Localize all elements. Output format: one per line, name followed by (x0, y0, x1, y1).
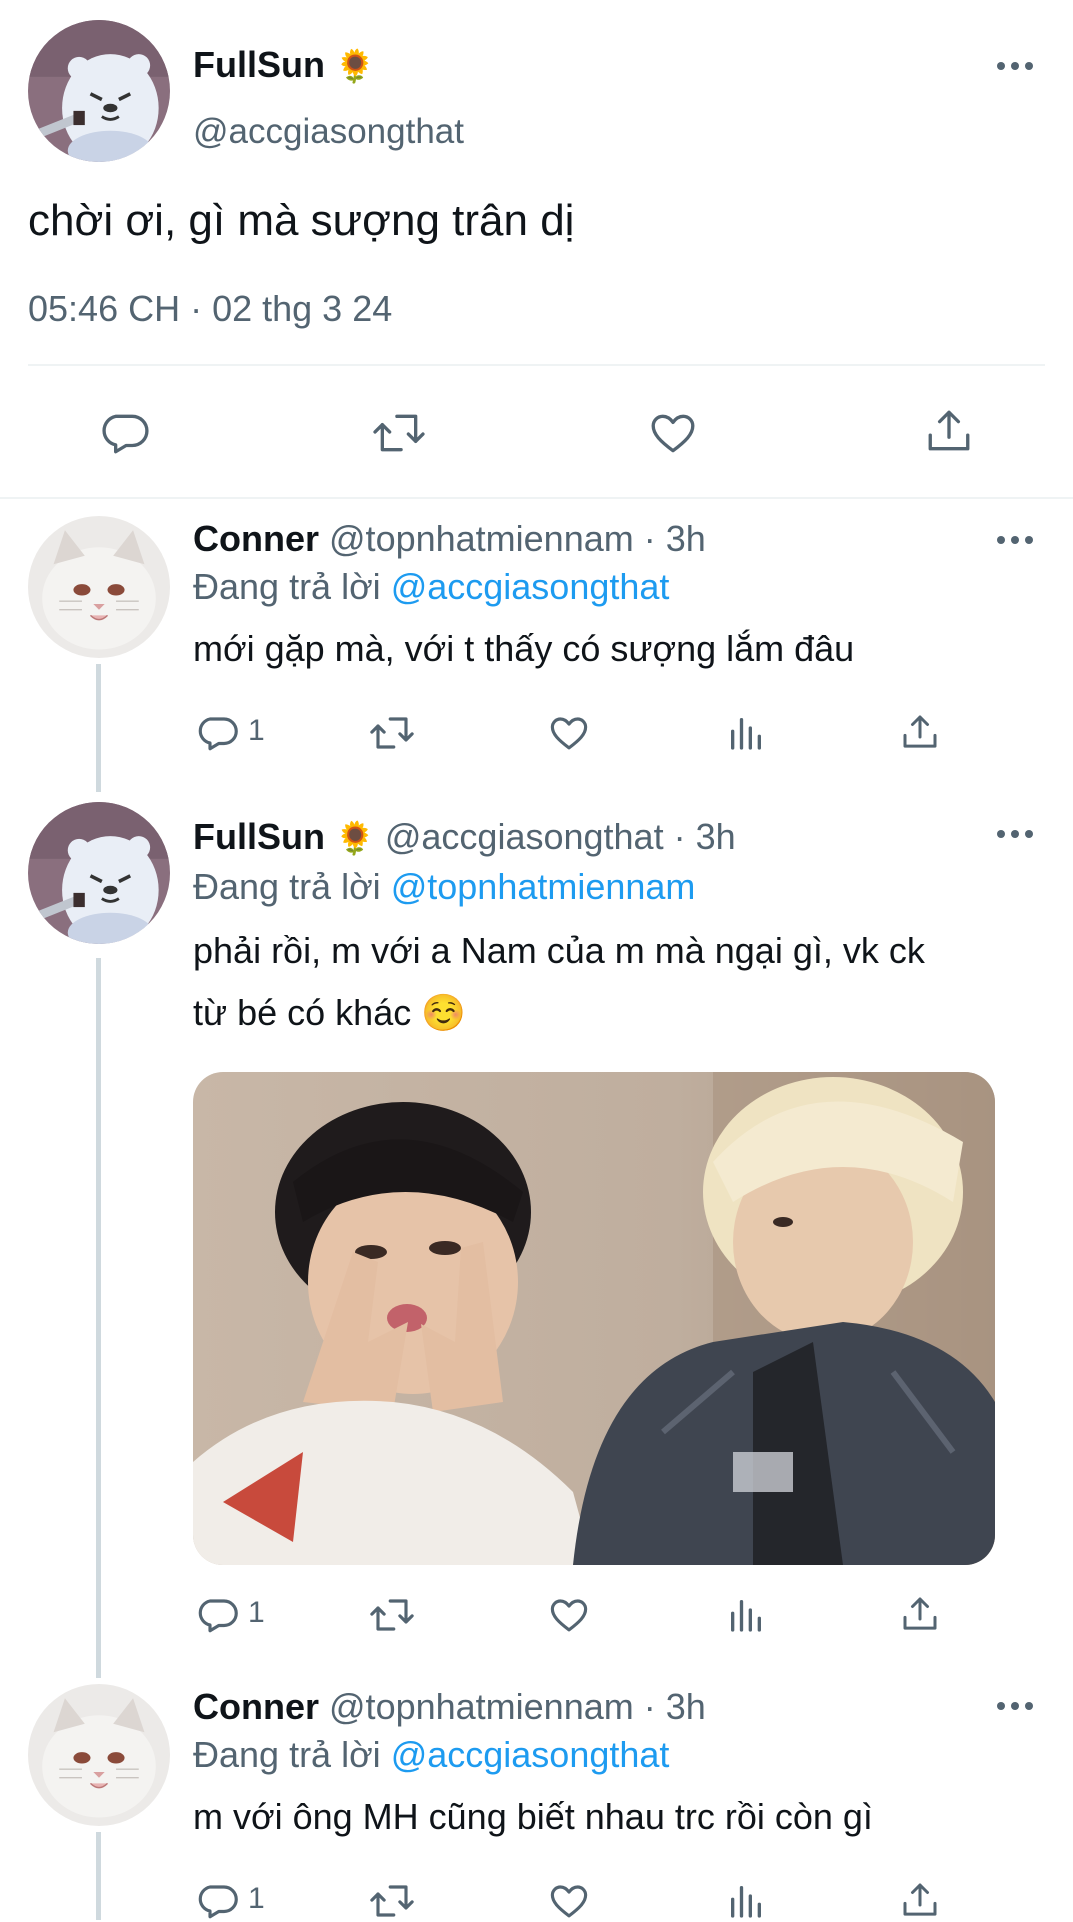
divider (28, 364, 1045, 366)
like-icon[interactable] (646, 408, 700, 458)
reply-time[interactable]: · 3h (644, 1686, 706, 1727)
retweet-icon[interactable] (368, 712, 416, 754)
display-name[interactable]: FullSun (193, 816, 325, 857)
reply-count: 1 (248, 1596, 265, 1629)
reply-icon[interactable] (196, 712, 238, 754)
tweet-timestamp[interactable]: 05:46 CH · 02 thg 3 24 (28, 288, 392, 330)
share-icon[interactable] (900, 710, 940, 754)
like-icon[interactable] (547, 712, 591, 754)
share-icon[interactable] (924, 404, 974, 458)
replying-to-line: Đang trả lời @accgiasongthat (193, 566, 669, 608)
reply-header: FullSun 🌻 @accgiasongthat · 3h (193, 816, 736, 858)
author-handle[interactable]: @topnhatmiennam (329, 518, 634, 559)
retweet-icon[interactable] (368, 1594, 416, 1636)
author-name-row: FullSun 🌻 (193, 44, 375, 86)
reply-time[interactable]: · 3h (674, 816, 736, 857)
author-handle[interactable]: @topnhatmiennam (329, 1686, 634, 1727)
display-name[interactable]: Conner (193, 1686, 319, 1727)
more-options-icon[interactable] (995, 56, 1035, 76)
display-name[interactable]: Conner (193, 518, 319, 559)
photo-two-people (193, 1072, 995, 1565)
retweet-icon[interactable] (368, 1880, 416, 1922)
sunflower-emoji: 🌻 (335, 820, 375, 856)
reply-icon[interactable] (196, 1880, 238, 1922)
avatar-fullsun[interactable] (28, 20, 170, 162)
display-name[interactable]: FullSun (193, 44, 325, 85)
reply-header: Conner @topnhatmiennam · 3h (193, 1686, 706, 1728)
smiling-emoji: ☺️ (421, 992, 467, 1033)
more-options-icon[interactable] (995, 824, 1035, 844)
divider (0, 497, 1073, 499)
tweet-text: chời ơi, gì mà sượng trân dị (28, 196, 575, 245)
reply-header: Conner @topnhatmiennam · 3h (193, 518, 706, 560)
like-icon[interactable] (547, 1594, 591, 1636)
cat-avatar-image (28, 516, 170, 658)
replying-to-handle[interactable]: @topnhatmiennam (391, 866, 696, 907)
more-options-icon[interactable] (995, 1696, 1035, 1716)
reply-icon[interactable] (196, 1594, 238, 1636)
analytics-icon[interactable] (726, 1594, 766, 1636)
replying-to-label: Đang trả lời (193, 1734, 381, 1775)
avatar-conner[interactable] (28, 1684, 170, 1826)
retweet-icon[interactable] (370, 408, 428, 458)
more-options-icon[interactable] (995, 530, 1035, 550)
share-icon[interactable] (900, 1878, 940, 1922)
replying-to-line: Đang trả lời @topnhatmiennam (193, 866, 695, 908)
avatar-fullsun[interactable] (28, 802, 170, 944)
thread-line (96, 1832, 101, 1920)
replying-to-handle[interactable]: @accgiasongthat (391, 1734, 670, 1775)
bear-avatar-image (28, 802, 170, 944)
thread-line (96, 664, 101, 792)
reply-count: 1 (248, 714, 265, 747)
like-icon[interactable] (547, 1880, 591, 1922)
share-icon[interactable] (900, 1592, 940, 1636)
author-handle[interactable]: @accgiasongthat (385, 816, 664, 857)
reply-icon[interactable] (98, 408, 150, 458)
replying-to-label: Đang trả lời (193, 866, 381, 907)
analytics-icon[interactable] (726, 1880, 766, 1922)
reply-text-line-1: phải rồi, m với a Nam của m mà ngại gì, … (193, 930, 925, 971)
reply-text: m với ông MH cũng biết nhau trc rồi còn … (193, 1796, 873, 1837)
author-handle[interactable]: @accgiasongthat (193, 112, 464, 152)
replying-to-line: Đang trả lời @accgiasongthat (193, 1734, 669, 1776)
reply-count: 1 (248, 1882, 265, 1915)
analytics-icon[interactable] (726, 712, 766, 754)
reply-text-line-2: từ bé có khác ☺️ (193, 992, 466, 1034)
thread-line (96, 958, 101, 1678)
cat-avatar-image (28, 1684, 170, 1826)
avatar-conner[interactable] (28, 516, 170, 658)
bear-avatar-image (28, 20, 170, 162)
sunflower-emoji: 🌻 (335, 48, 375, 84)
reply-text: từ bé có khác (193, 992, 412, 1033)
replying-to-label: Đang trả lời (193, 566, 381, 607)
reply-text: mới gặp mà, với t thấy có sượng lắm đâu (193, 628, 855, 669)
replying-to-handle[interactable]: @accgiasongthat (391, 566, 670, 607)
tweet-media-image[interactable] (193, 1072, 995, 1565)
reply-time[interactable]: · 3h (644, 518, 706, 559)
